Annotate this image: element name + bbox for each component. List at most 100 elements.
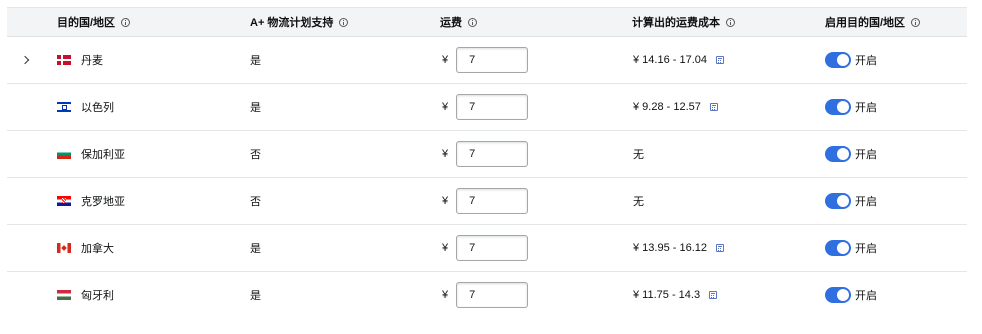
calculator-icon[interactable] bbox=[716, 56, 725, 64]
fee-cell: ¥ bbox=[442, 37, 529, 83]
info-icon[interactable] bbox=[121, 17, 131, 27]
shipping-destinations-table: 目的国/地区 A+ 物流计划支持 运费 计算出的运费成本 启用目的国/地区 丹麦… bbox=[7, 7, 967, 318]
flag-croatia-icon bbox=[57, 196, 71, 206]
enable-cell: 开启 bbox=[825, 131, 877, 177]
cost-value: ¥ 13.95 - 16.12 bbox=[633, 242, 708, 254]
header-enable-label: 启用目的国/地区 bbox=[825, 17, 906, 29]
flag-israel-icon bbox=[57, 102, 71, 112]
currency-symbol: ¥ bbox=[442, 148, 449, 160]
country-cell: 保加利亚 bbox=[57, 131, 125, 177]
toggle-label: 开启 bbox=[855, 149, 877, 161]
info-icon[interactable] bbox=[468, 17, 477, 27]
toggle-label: 开启 bbox=[855, 290, 877, 302]
flag-canada-icon bbox=[57, 243, 71, 253]
aplus-cell: 是 bbox=[250, 243, 261, 255]
cost-value: ¥ 9.28 - 12.57 bbox=[633, 101, 701, 113]
table-row: 克罗地亚 否 ¥ 无 开启 bbox=[7, 178, 967, 225]
country-name: 丹麦 bbox=[81, 55, 103, 67]
country-name: 克罗地亚 bbox=[81, 196, 125, 208]
currency-symbol: ¥ bbox=[442, 242, 449, 254]
flag-hungary-icon bbox=[57, 290, 71, 300]
aplus-cell: 是 bbox=[250, 290, 261, 302]
enable-cell: 开启 bbox=[825, 272, 877, 318]
shipping-fee-input[interactable] bbox=[456, 188, 529, 214]
cost-cell: ¥ 13.95 - 16.12 bbox=[633, 225, 725, 271]
toggle-label: 开启 bbox=[855, 243, 877, 255]
country-name: 以色列 bbox=[81, 102, 114, 114]
header-country-label: 目的国/地区 bbox=[57, 17, 116, 29]
flag-bulgaria-icon bbox=[57, 149, 71, 159]
aplus-cell: 否 bbox=[250, 196, 261, 208]
fee-cell: ¥ bbox=[442, 178, 529, 224]
cost-value: ¥ 11.75 - 14.3 bbox=[633, 289, 701, 301]
shipping-fee-input[interactable] bbox=[456, 141, 529, 167]
enable-toggle[interactable] bbox=[825, 146, 851, 162]
table-row: 保加利亚 否 ¥ 无 开启 bbox=[7, 131, 967, 178]
enable-cell: 开启 bbox=[825, 178, 877, 224]
header-fee: 运费 bbox=[440, 8, 477, 36]
enable-cell: 开启 bbox=[825, 225, 877, 271]
country-name: 匈牙利 bbox=[81, 290, 114, 302]
aplus-cell: 否 bbox=[250, 149, 261, 161]
country-name: 加拿大 bbox=[81, 243, 114, 255]
currency-symbol: ¥ bbox=[442, 195, 449, 207]
enable-toggle[interactable] bbox=[825, 193, 851, 209]
country-cell: 加拿大 bbox=[57, 225, 114, 271]
table-row: 加拿大 是 ¥ ¥ 13.95 - 16.12 开启 bbox=[7, 225, 967, 272]
header-fee-label: 运费 bbox=[440, 17, 462, 29]
toggle-label: 开启 bbox=[855, 55, 877, 67]
cost-cell: ¥ 9.28 - 12.57 bbox=[633, 84, 718, 130]
header-cost: 计算出的运费成本 bbox=[632, 8, 735, 36]
info-icon[interactable] bbox=[726, 17, 735, 27]
enable-toggle[interactable] bbox=[825, 287, 851, 303]
enable-cell: 开启 bbox=[825, 37, 877, 83]
aplus-cell: 是 bbox=[250, 55, 261, 67]
cost-cell: 无 bbox=[633, 178, 644, 224]
cost-value: ¥ 14.16 - 17.04 bbox=[633, 54, 708, 66]
calculator-icon[interactable] bbox=[716, 244, 725, 252]
table-row: 匈牙利 是 ¥ ¥ 11.75 - 14.3 开启 bbox=[7, 272, 967, 318]
info-icon[interactable] bbox=[339, 17, 349, 27]
calculator-icon[interactable] bbox=[709, 103, 718, 111]
enable-cell: 开启 bbox=[825, 84, 877, 130]
currency-symbol: ¥ bbox=[442, 101, 449, 113]
fee-cell: ¥ bbox=[442, 225, 529, 271]
cost-value: 无 bbox=[633, 149, 644, 161]
shipping-fee-input[interactable] bbox=[456, 235, 529, 261]
flag-denmark-icon bbox=[57, 55, 71, 65]
header-enable: 启用目的国/地区 bbox=[825, 8, 921, 36]
table-row: 丹麦 是 ¥ ¥ 14.16 - 17.04 开启 bbox=[7, 37, 967, 84]
currency-symbol: ¥ bbox=[442, 289, 449, 301]
country-name: 保加利亚 bbox=[81, 149, 125, 161]
header-cost-label: 计算出的运费成本 bbox=[632, 17, 720, 29]
fee-cell: ¥ bbox=[442, 131, 529, 177]
header-aplus: A+ 物流计划支持 bbox=[250, 8, 349, 36]
cost-cell: 无 bbox=[633, 131, 644, 177]
chevron-right-icon[interactable] bbox=[21, 54, 31, 66]
fee-cell: ¥ bbox=[442, 272, 529, 318]
shipping-fee-input[interactable] bbox=[456, 47, 529, 73]
currency-symbol: ¥ bbox=[442, 54, 449, 66]
toggle-label: 开启 bbox=[855, 102, 877, 114]
shipping-fee-input[interactable] bbox=[456, 94, 529, 120]
header-aplus-label: A+ 物流计划支持 bbox=[250, 17, 334, 29]
cost-cell: ¥ 11.75 - 14.3 bbox=[633, 272, 718, 318]
table-row: 以色列 是 ¥ ¥ 9.28 - 12.57 开启 bbox=[7, 84, 967, 131]
country-cell: 匈牙利 bbox=[57, 272, 114, 318]
enable-toggle[interactable] bbox=[825, 99, 851, 115]
shipping-fee-input[interactable] bbox=[456, 282, 529, 308]
country-cell: 以色列 bbox=[57, 84, 114, 130]
country-cell: 克罗地亚 bbox=[57, 178, 125, 224]
calculator-icon[interactable] bbox=[709, 291, 718, 299]
cost-cell: ¥ 14.16 - 17.04 bbox=[633, 37, 725, 83]
header-country: 目的国/地区 bbox=[57, 8, 131, 36]
fee-cell: ¥ bbox=[442, 84, 529, 130]
toggle-label: 开启 bbox=[855, 196, 877, 208]
info-icon[interactable] bbox=[911, 17, 921, 27]
country-cell: 丹麦 bbox=[57, 37, 103, 83]
enable-toggle[interactable] bbox=[825, 52, 851, 68]
enable-toggle[interactable] bbox=[825, 240, 851, 256]
aplus-cell: 是 bbox=[250, 102, 261, 114]
cost-value: 无 bbox=[633, 196, 644, 208]
table-header: 目的国/地区 A+ 物流计划支持 运费 计算出的运费成本 启用目的国/地区 bbox=[7, 7, 967, 37]
